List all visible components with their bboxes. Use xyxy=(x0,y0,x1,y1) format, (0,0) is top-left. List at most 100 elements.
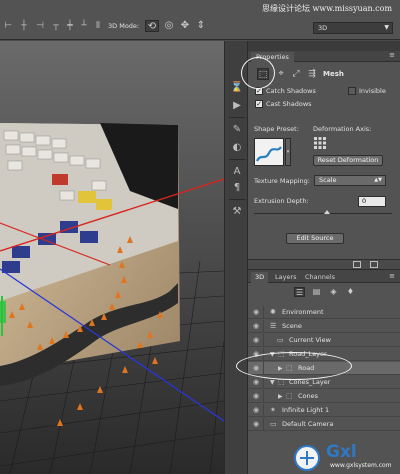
drag-3d-icon[interactable]: ✥ xyxy=(178,20,192,32)
lights-icon[interactable]: ♦ xyxy=(345,287,356,297)
character-icon[interactable]: A xyxy=(229,165,245,179)
texture-mapping-label: Texture Mapping: xyxy=(254,177,310,185)
row-label: Environment xyxy=(282,308,324,316)
highlight-circle-road-row xyxy=(236,352,352,380)
site-logo: Gxl www.gxlsystem.com xyxy=(290,436,400,474)
3d-item-scene[interactable]: ◉ ☰ Scene xyxy=(248,320,400,333)
collapsed-panel-dock: ⌛ ▶ ✎ ◐ A ¶ ⚒ xyxy=(224,41,248,474)
panel-menu-icon[interactable]: ≡ xyxy=(389,272,395,280)
whole-scene-icon[interactable]: ☰ xyxy=(294,287,305,297)
logo-text: Gxl xyxy=(326,442,357,462)
shape-preset-picker[interactable] xyxy=(254,138,284,166)
chevron-down-icon[interactable]: ▼ xyxy=(270,378,275,387)
properties-footer xyxy=(248,259,400,269)
slide-3d-icon[interactable]: ⇕ xyxy=(194,20,208,32)
invisible-checkbox[interactable] xyxy=(348,87,356,95)
row-label: Scene xyxy=(282,322,302,330)
slider-thumb[interactable] xyxy=(324,210,330,214)
3d-scene-view[interactable] xyxy=(0,41,224,474)
texture-mapping-value: Scale xyxy=(319,176,337,184)
tab-3d[interactable]: 3D xyxy=(251,272,269,283)
materials-icon[interactable]: ◈ xyxy=(328,287,339,297)
extrusion-depth-slider[interactable] xyxy=(254,210,392,214)
cap-icon[interactable]: ⤢ xyxy=(290,68,302,80)
align-center-icon[interactable]: ┼ xyxy=(18,21,30,31)
texture-mapping-select[interactable]: Scale ▲▼ xyxy=(314,175,386,186)
environment-icon: ✺ xyxy=(270,308,276,316)
dock-divider xyxy=(229,199,245,200)
eye-icon[interactable]: ◉ xyxy=(251,406,261,415)
edit-source-button[interactable]: Edit Source xyxy=(286,233,344,244)
tools-icon[interactable]: ⚒ xyxy=(229,205,245,219)
paragraph-icon[interactable]: ¶ xyxy=(229,181,245,195)
align-bottom-icon[interactable]: ┴ xyxy=(78,21,90,31)
extrusion-depth-input[interactable]: 0 xyxy=(358,196,386,207)
actions-icon[interactable]: ▶ xyxy=(229,99,245,113)
row-divider xyxy=(263,404,264,417)
dock-divider xyxy=(229,159,245,160)
eye-icon[interactable]: ◉ xyxy=(251,322,261,331)
chevron-right-icon[interactable]: ▶ xyxy=(278,392,283,401)
3d-item-infinite-light[interactable]: ◉ ✶ Infinite Light 1 xyxy=(248,404,400,417)
chevron-down-icon[interactable]: ▾ xyxy=(285,138,291,166)
scene-icon: ☰ xyxy=(270,322,277,330)
3d-item-cones[interactable]: ◉ ▶ ⬚ Cones xyxy=(248,390,400,403)
adjustments-icon[interactable]: ◐ xyxy=(229,141,245,155)
deform-icon[interactable]: ⌖ xyxy=(275,68,287,80)
distribute-icon[interactable]: ⦀ xyxy=(92,21,104,31)
eye-icon[interactable]: ◉ xyxy=(251,420,261,429)
meshes-icon[interactable]: ▤ xyxy=(311,287,322,297)
row-label: Infinite Light 1 xyxy=(282,406,330,414)
tab-layers[interactable]: Layers xyxy=(271,272,301,283)
row-divider xyxy=(263,390,264,403)
rotate-3d-icon[interactable]: ⟲ xyxy=(145,20,159,32)
delete-icon[interactable] xyxy=(370,261,378,268)
catch-shadows-label: Catch Shadows xyxy=(266,87,316,95)
eye-icon[interactable]: ◉ xyxy=(251,308,261,317)
document-canvas[interactable] xyxy=(0,41,224,474)
invisible-label: Invisible xyxy=(359,87,386,95)
light-icon: ✶ xyxy=(270,406,276,414)
3d-item-default-camera[interactable]: ◉ ▭ Default Camera xyxy=(248,418,400,431)
workspace-value: 3D xyxy=(318,24,328,32)
align-right-icon[interactable]: ⊣ xyxy=(34,21,46,31)
options-bar: 思缘设计论坛 www.missyuan.com ⊢ ┼ ⊣ ┬ ┿ ┴ ⦀ 3D… xyxy=(0,0,400,40)
cast-shadows-label: Cast Shadows xyxy=(266,100,312,108)
row-divider xyxy=(263,320,264,333)
row-divider xyxy=(263,334,264,347)
eye-icon[interactable]: ◉ xyxy=(251,392,261,401)
row-label: Cones xyxy=(298,392,319,400)
align-left-icon[interactable]: ⊢ xyxy=(2,21,14,31)
align-middle-icon[interactable]: ┿ xyxy=(64,21,76,31)
cast-shadows-checkbox[interactable]: ✓ xyxy=(255,100,263,108)
brush-icon[interactable]: ✎ xyxy=(229,123,245,137)
properties-tab-row: Properties ≡ xyxy=(248,51,400,62)
3d-item-current-view[interactable]: ◉ ▭ Current View xyxy=(248,334,400,347)
eye-icon[interactable]: ◉ xyxy=(251,336,261,345)
dock-divider xyxy=(229,117,245,118)
highlight-circle-mesh-button xyxy=(241,57,275,89)
row-label: Default Camera xyxy=(282,420,334,428)
eye-icon[interactable]: ◉ xyxy=(251,378,261,387)
camera-icon: ▭ xyxy=(277,336,284,344)
row-divider xyxy=(263,306,264,319)
panel-header-strip xyxy=(248,41,400,51)
render-icon[interactable] xyxy=(353,261,361,268)
deformation-axis-widget[interactable] xyxy=(314,137,326,149)
extrusion-depth-label: Extrusion Depth: xyxy=(254,197,309,205)
mesh-icon: ⬚ xyxy=(286,392,293,400)
camera-icon: ▭ xyxy=(270,420,277,428)
history-icon[interactable]: ⌛ xyxy=(229,81,245,95)
shape-preset-label: Shape Preset: xyxy=(254,125,299,133)
tab-channels[interactable]: Channels xyxy=(301,272,339,283)
roll-3d-icon[interactable]: ◎ xyxy=(162,20,176,32)
align-top-icon[interactable]: ┬ xyxy=(50,21,62,31)
3d-filter-bar: ☰ ▤ ◈ ♦ xyxy=(248,283,400,301)
coordinates-icon[interactable]: ⇶ xyxy=(306,68,318,80)
logo-url: www.gxlsystem.com xyxy=(330,462,392,469)
section-title: Mesh xyxy=(323,70,344,78)
workspace-select[interactable]: 3D ▼ xyxy=(313,22,393,34)
reset-deformation-button[interactable]: Reset Deformation xyxy=(313,155,383,166)
panel-menu-icon[interactable]: ≡ xyxy=(389,51,395,59)
3d-item-environment[interactable]: ◉ ✺ Environment xyxy=(248,306,400,319)
